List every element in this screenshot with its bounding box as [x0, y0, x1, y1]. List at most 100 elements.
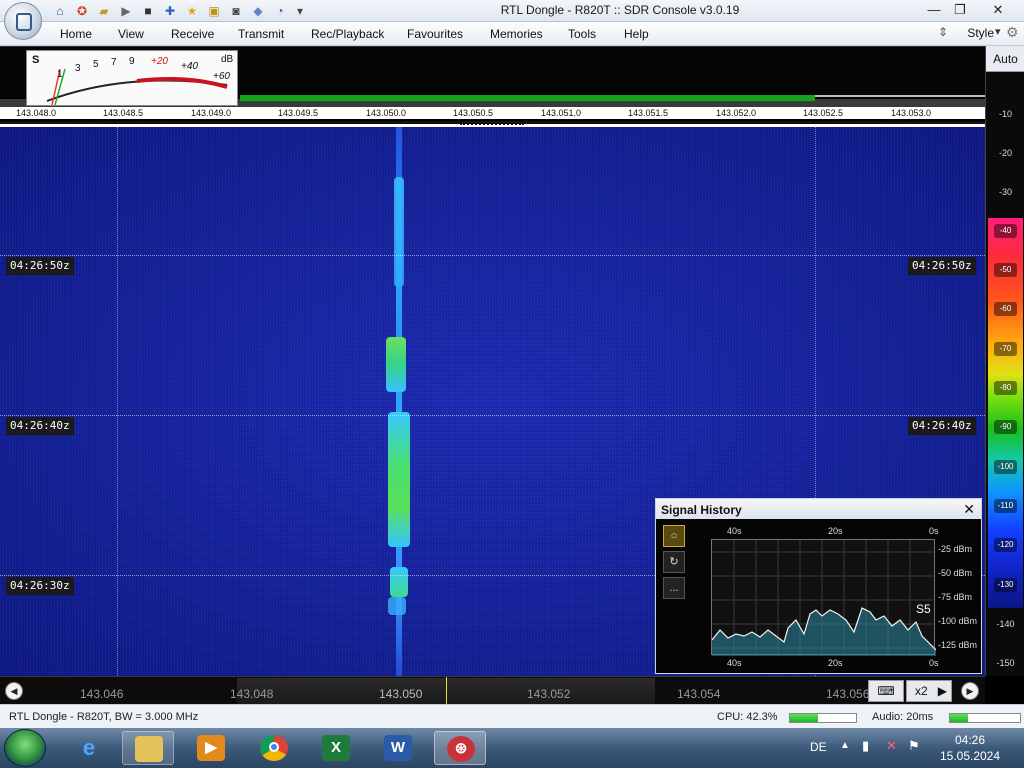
menu-rec-playback[interactable]: Rec/Playback [311, 27, 384, 41]
time-label-right: 04:26:50z [908, 257, 976, 275]
add-icon[interactable]: ✚ [162, 3, 178, 19]
history-y-label: -50 dBm [938, 568, 973, 578]
history-y-label: -25 dBm [938, 544, 973, 554]
signal-history-graph [711, 540, 937, 656]
style-button[interactable]: Style [967, 26, 994, 40]
stop-icon[interactable]: ■ [140, 3, 156, 19]
db-chip: -60 [994, 302, 1017, 316]
style-arrows-icon[interactable]: ⇕ [938, 25, 948, 39]
menu-tools[interactable]: Tools [568, 27, 596, 41]
history-x-bottom-label: 0s [929, 658, 939, 668]
internet-explorer-icon[interactable]: e [63, 731, 115, 765]
menu-favourites[interactable]: Favourites [407, 27, 463, 41]
audio-status: Audio: 20ms [872, 711, 934, 723]
folder-icon[interactable]: ▰ [96, 3, 112, 19]
spectrum-display[interactable]: S dB 1 3 5 7 9 +20 +40 +60 [0, 46, 985, 108]
menu-home[interactable]: Home [60, 27, 92, 41]
style-dropdown-icon[interactable]: ▾ [995, 25, 1001, 38]
cpu-meter-fill [790, 714, 818, 722]
menu-receive[interactable]: Receive [171, 27, 214, 41]
language-indicator[interactable]: DE [810, 740, 827, 754]
app-menu-orb[interactable] [4, 2, 42, 40]
db-label: -150 [996, 658, 1015, 668]
signal-history-plot: S5 [711, 539, 937, 656]
menu-transmit[interactable]: Transmit [238, 27, 284, 41]
chrome-icon[interactable] [248, 731, 300, 765]
history-x-bottom-label: 20s [828, 658, 843, 668]
auto-button[interactable]: Auto [986, 46, 1024, 72]
help-lifebuoy-icon[interactable]: ✪ [74, 3, 90, 19]
media-player-icon[interactable]: ▶ [185, 731, 237, 765]
tuner-freq: 143.048 [230, 687, 274, 701]
tune-right-button[interactable]: ▶ [961, 682, 979, 700]
freq-tick: 143.050.0 [366, 108, 407, 118]
history-reset-button[interactable]: ↻ [663, 551, 685, 573]
db-chip: -70 [994, 342, 1017, 356]
keyboard-icon[interactable]: ⌨ [868, 680, 904, 702]
freq-tick: 143.052.5 [803, 108, 844, 118]
s-meter-scale: 5 [93, 59, 99, 70]
zoom-button[interactable]: x2 ▶ [906, 680, 952, 702]
cpu-status: CPU: 42.3% [717, 711, 778, 723]
zoom-label: x2 [915, 684, 928, 698]
splitter-grip[interactable] [460, 123, 524, 126]
menu-help[interactable]: Help [624, 27, 649, 41]
menu-memories[interactable]: Memories [490, 27, 543, 41]
db-label: -30 [998, 187, 1012, 197]
maximize-button[interactable]: ❐ [946, 0, 974, 20]
history-x-bottom-label: 40s [727, 658, 742, 668]
tune-marker[interactable] [446, 677, 447, 705]
signal-peak [388, 412, 410, 547]
db-chip: -50 [994, 263, 1017, 277]
signal-trace [388, 597, 406, 615]
excel-icon[interactable]: X [310, 731, 362, 765]
history-x-top-label: 0s [929, 526, 939, 536]
freq-tick: 143.053.0 [891, 108, 932, 118]
history-record-button[interactable]: ○ [663, 525, 685, 547]
tray-expand-icon[interactable]: ▲ [840, 740, 850, 751]
tray-network-icon[interactable]: ✕ [886, 738, 897, 754]
db-scale: Auto -10 -20 -30 -40 -50 -60 -70 -80 -90… [985, 46, 1024, 676]
signal-icon[interactable]: ◔ [272, 3, 288, 19]
freq-tick: 143.048.0 [16, 108, 57, 118]
camera-icon[interactable]: ◙ [228, 3, 244, 19]
signal-trace [394, 177, 404, 287]
sdr-console-taskbar-icon[interactable]: ⊛ [434, 731, 486, 765]
gear-icon[interactable]: ⚙ [1006, 24, 1019, 41]
minimize-button[interactable]: — [920, 0, 948, 20]
cpu-meter [789, 713, 857, 723]
frequency-ruler[interactable]: 143.048.0 143.048.5 143.049.0 143.049.5 … [0, 107, 985, 121]
db-chip: -130 [994, 578, 1017, 592]
taskbar-clock[interactable]: 04:26 15.05.2024 [930, 732, 1010, 764]
star-icon[interactable]: ★ [184, 3, 200, 19]
s-reading: S5 [916, 602, 931, 616]
device-status: RTL Dongle - R820T, BW = 3.000 MHz [9, 711, 199, 723]
tray-flag-icon[interactable]: ⚑ [908, 738, 920, 754]
history-y-label: -75 dBm [938, 592, 973, 602]
drop-icon[interactable]: ◆ [250, 3, 266, 19]
home-icon[interactable]: ⌂ [52, 3, 68, 19]
tuner-freq: 143.056 [826, 687, 868, 701]
lock-icon[interactable]: ▣ [206, 3, 222, 19]
signal-history-title: Signal History [661, 503, 742, 517]
clock-date: 15.05.2024 [939, 749, 1001, 763]
menu-bar: Home View Receive Transmit Rec/Playback … [0, 22, 1024, 46]
start-button[interactable] [4, 729, 46, 767]
close-button[interactable]: ✕ [984, 0, 1012, 20]
tray-device-icon[interactable]: ▮ [862, 738, 869, 754]
s-meter-scale: +20 [151, 56, 168, 67]
clock-time: 04:26 [954, 733, 986, 747]
play-icon[interactable]: ▶ [118, 3, 134, 19]
time-label-left: 04:26:30z [6, 577, 74, 595]
s-meter-db-label: dB [221, 54, 234, 65]
tune-left-button[interactable]: ◀ [5, 682, 23, 700]
time-label-left: 04:26:40z [6, 417, 74, 435]
menu-view[interactable]: View [118, 27, 144, 41]
customize-dropdown-icon[interactable]: ▾ [292, 3, 308, 19]
word-icon[interactable]: W [372, 731, 424, 765]
file-explorer-icon[interactable] [122, 731, 174, 765]
signal-history-close-button[interactable]: ✕ [963, 501, 975, 518]
history-more-button[interactable]: ... [663, 577, 685, 599]
tuning-bar[interactable]: ◀ 143.046 143.048 143.050 143.052 143.05… [0, 676, 985, 705]
signal-history-header[interactable]: Signal History ✕ [656, 499, 981, 519]
